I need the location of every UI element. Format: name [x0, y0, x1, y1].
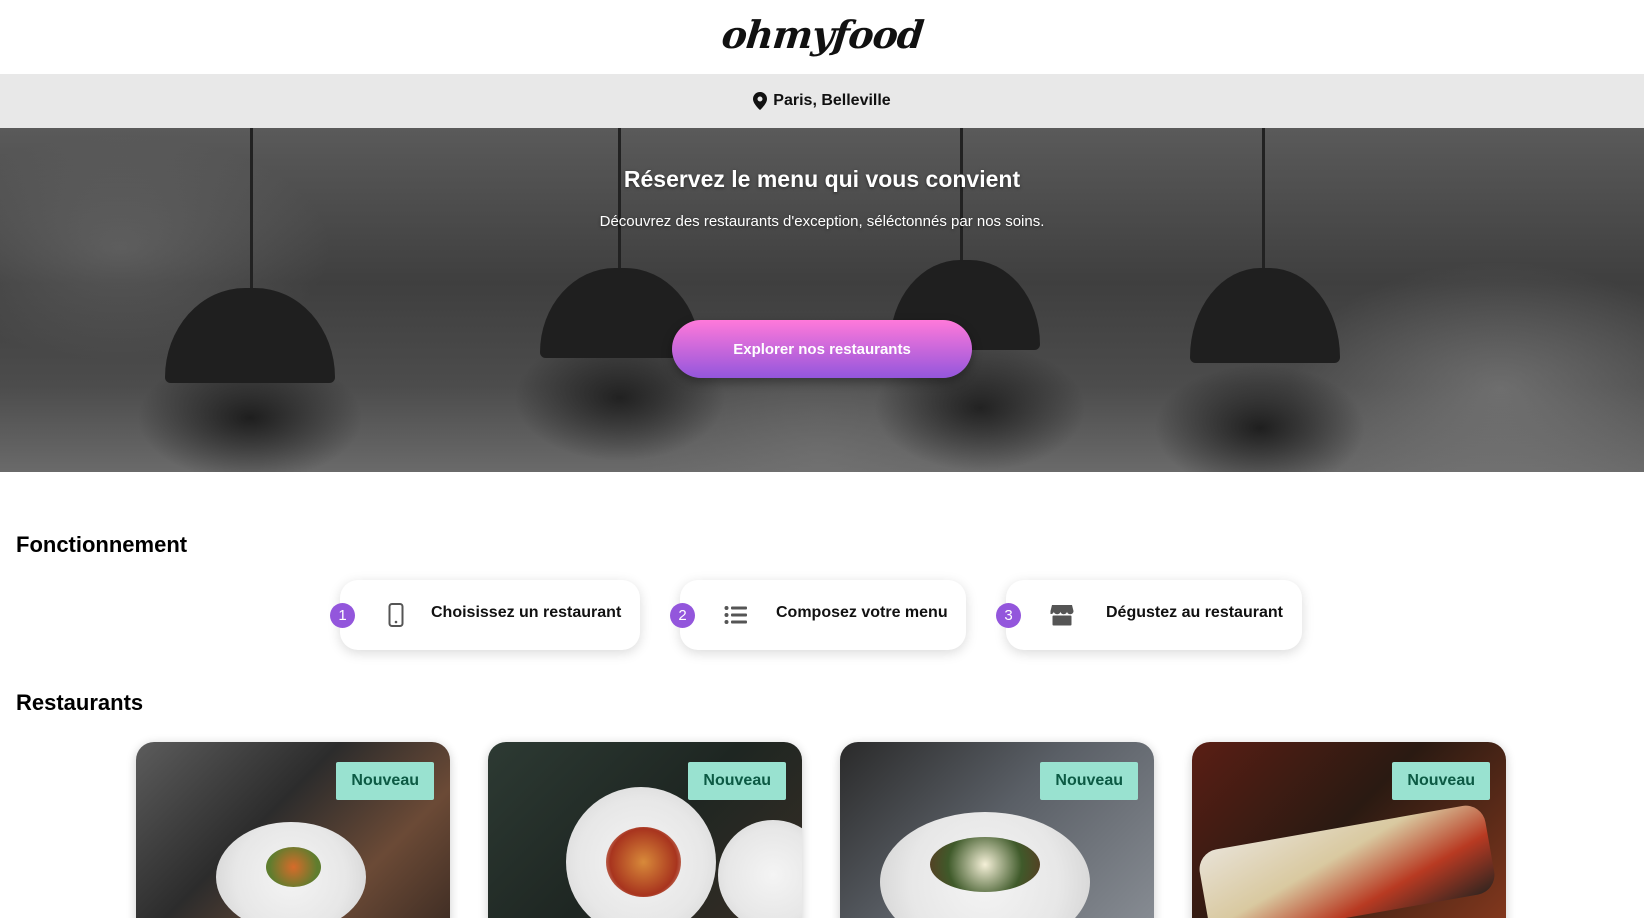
step-card-3: 3 Dégustez au restaurant	[996, 580, 1302, 650]
store-icon	[1050, 603, 1074, 627]
restaurant-card-1[interactable]: Nouveau	[136, 742, 450, 918]
restaurant-card-2[interactable]: Nouveau	[488, 742, 802, 918]
step-card-2: 2 Composez votre menu	[670, 580, 966, 650]
restaurant-card-3[interactable]: Nouveau	[840, 742, 1154, 918]
explore-restaurants-button[interactable]: Explorer nos restaurants	[672, 320, 972, 378]
step-card-1: 1 Choisissez un restaurant	[330, 580, 640, 650]
food-shape	[606, 827, 681, 897]
new-badge: Nouveau	[336, 762, 434, 800]
step-label: Dégustez au restaurant	[1106, 604, 1283, 621]
smartphone-icon	[384, 603, 408, 627]
food-shape	[266, 847, 321, 887]
restaurant-photo	[718, 820, 802, 918]
restaurant-card-4[interactable]: Nouveau	[1192, 742, 1506, 918]
hero-banner: Réservez le menu qui vous convient Décou…	[0, 128, 1644, 472]
howto-title: Fonctionnement	[16, 532, 188, 557]
food-shape	[930, 837, 1040, 892]
site-logo[interactable]: ohmyfood	[719, 12, 925, 57]
map-pin-icon	[753, 92, 768, 110]
step-number: 3	[996, 603, 1021, 628]
food-shape	[1196, 802, 1498, 918]
location-bar: Paris, Belleville	[0, 74, 1644, 128]
new-badge: Nouveau	[688, 762, 786, 800]
step-number: 1	[330, 603, 355, 628]
new-badge: Nouveau	[1040, 762, 1138, 800]
restaurant-cards: Nouveau Nouveau Nouveau Nouveau	[0, 742, 1644, 918]
site-header: ohmyfood	[0, 0, 1644, 74]
hero-content: Réservez le menu qui vous convient Décou…	[0, 128, 1644, 472]
hero-title: Réservez le menu qui vous convient	[623, 166, 1021, 192]
step-label: Composez votre menu	[776, 604, 948, 621]
location-text[interactable]: Paris, Belleville	[773, 92, 890, 110]
restaurants-title: Restaurants	[16, 690, 144, 715]
new-badge: Nouveau	[1392, 762, 1490, 800]
hero-subtitle: Découvrez des restaurants d'exception, s…	[599, 213, 1045, 230]
step-number: 2	[670, 603, 695, 628]
step-label: Choisissez un restaurant	[431, 604, 622, 621]
list-icon	[724, 603, 748, 627]
howto-steps: 1 Choisissez un restaurant 2 Composez vo…	[0, 580, 1644, 650]
